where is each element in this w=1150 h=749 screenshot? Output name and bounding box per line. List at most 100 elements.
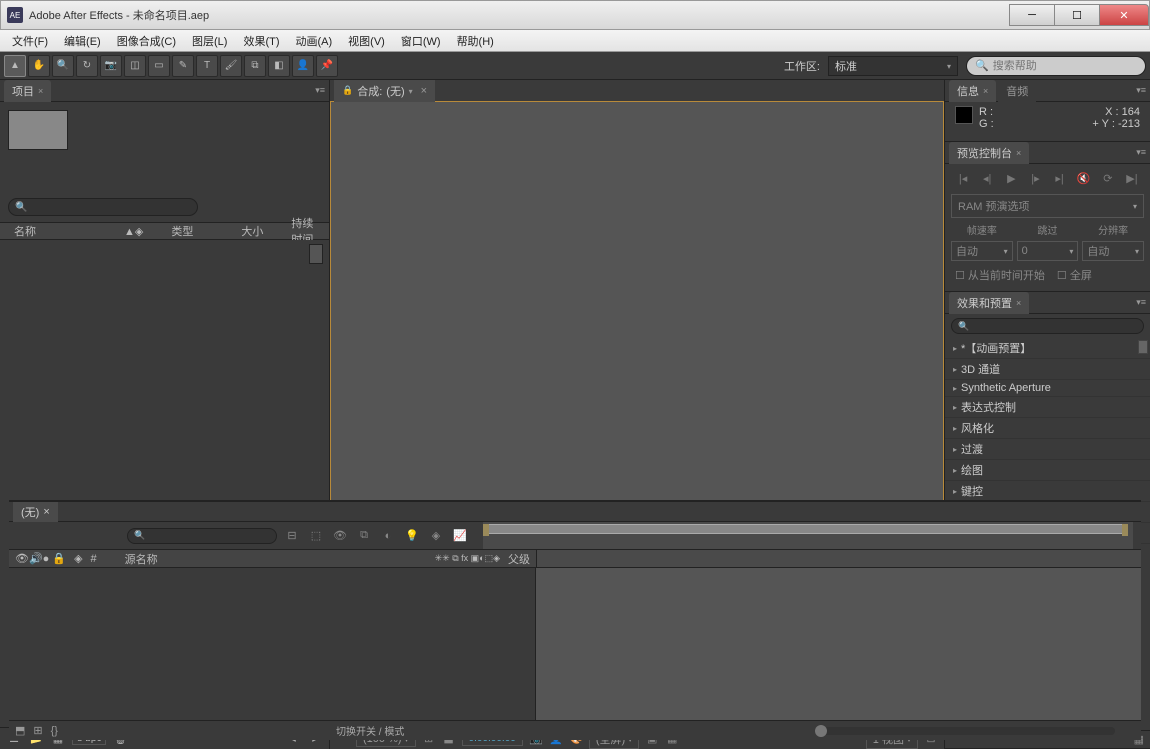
first-frame-button[interactable]: |◂	[954, 170, 972, 186]
project-tab[interactable]: 项目 ×	[4, 80, 51, 102]
parent-col[interactable]: 父级	[508, 551, 530, 567]
help-search-input[interactable]	[993, 60, 1137, 72]
play-button[interactable]: ▶	[1002, 170, 1020, 186]
rect-tool[interactable]: ▭	[148, 55, 170, 77]
ram-preview-options[interactable]: RAM 预演选项	[951, 194, 1144, 218]
last-frame-button[interactable]: ▸|	[1051, 170, 1069, 186]
col-name[interactable]: 名称	[0, 223, 110, 239]
menu-composition[interactable]: 图像合成(C)	[109, 30, 184, 52]
toggle-switches-button[interactable]: 切换开关 / 模式	[336, 723, 404, 738]
text-tool[interactable]: T	[196, 55, 218, 77]
menu-view[interactable]: 视图(V)	[340, 30, 393, 52]
selection-tool[interactable]: ▲	[4, 55, 26, 77]
graph-editor-icon[interactable]: 📈	[451, 527, 469, 545]
close-icon[interactable]: ×	[43, 506, 49, 518]
close-icon[interactable]: ×	[421, 85, 427, 97]
menu-window[interactable]: 窗口(W)	[393, 30, 449, 52]
comp-mini-flowchart-icon[interactable]: ⊟	[283, 527, 301, 545]
menu-help[interactable]: 帮助(H)	[449, 30, 502, 52]
timeline-track-area[interactable]	[536, 568, 1141, 720]
close-button[interactable]: ✕	[1099, 4, 1149, 26]
timeline-layer-area[interactable]	[9, 568, 536, 720]
timeline-toggle2-icon[interactable]: ⊞	[33, 724, 42, 737]
col-type[interactable]: 类型	[157, 223, 227, 239]
col-size[interactable]: 大小	[227, 223, 277, 239]
effects-item[interactable]: ▸*【动画预置】	[945, 338, 1150, 359]
chevron-down-icon[interactable]	[409, 85, 413, 97]
timeline-search[interactable]: 🔍	[127, 528, 277, 544]
brainstorm-icon[interactable]: 💡	[403, 527, 421, 545]
pan-behind-tool[interactable]: ◫	[124, 55, 146, 77]
zoom-handle[interactable]	[815, 725, 827, 737]
brush-tool[interactable]: 🖌	[220, 55, 242, 77]
fullscreen-checkbox[interactable]: 全屏	[1057, 267, 1092, 283]
ram-preview-button[interactable]: ▶|	[1123, 170, 1141, 186]
effects-item[interactable]: ▸3D 通道	[945, 359, 1150, 380]
hand-tool[interactable]: ✋	[28, 55, 50, 77]
preview-tab[interactable]: 预览控制台×	[949, 142, 1029, 164]
effects-item[interactable]: ▸表达式控制	[945, 397, 1150, 418]
scrollbar-thumb[interactable]	[1138, 340, 1148, 354]
eraser-tool[interactable]: ◧	[268, 55, 290, 77]
workspace-dropdown[interactable]: 标准	[828, 56, 958, 76]
effects-item[interactable]: ▸过渡	[945, 439, 1150, 460]
menu-edit[interactable]: 编辑(E)	[56, 30, 109, 52]
fps-dropdown[interactable]: 自动	[951, 241, 1013, 261]
effects-item[interactable]: ▸Synthetic Aperture	[945, 380, 1150, 397]
minimize-button[interactable]: ─	[1009, 4, 1055, 26]
from-current-checkbox[interactable]: 从当前时间开始	[955, 267, 1045, 283]
close-icon[interactable]: ×	[38, 86, 43, 96]
work-area-bar[interactable]	[483, 524, 1128, 534]
puppet-tool[interactable]: 📌	[316, 55, 338, 77]
effects-item[interactable]: ▸绘图	[945, 460, 1150, 481]
panel-menu-icon[interactable]: ▾≡	[1136, 147, 1146, 158]
timeline-tab[interactable]: (无)×	[13, 502, 58, 522]
skip-dropdown[interactable]: 0	[1017, 241, 1079, 261]
camera-tool[interactable]: 📷	[100, 55, 122, 77]
help-search[interactable]: 🔍	[966, 56, 1146, 76]
close-icon[interactable]: ×	[1016, 148, 1021, 158]
timeline-ruler[interactable]	[483, 522, 1133, 550]
close-icon[interactable]: ×	[1016, 298, 1021, 308]
hide-shy-icon[interactable]: 👁	[331, 527, 349, 545]
index-col[interactable]: #	[91, 553, 97, 565]
flowchart-icon[interactable]	[309, 244, 323, 264]
audio-tab[interactable]: 音频	[998, 80, 1036, 102]
panel-menu-icon[interactable]: ▾≡	[1136, 85, 1146, 96]
menu-animation[interactable]: 动画(A)	[288, 30, 341, 52]
clone-tool[interactable]: ⧉	[244, 55, 266, 77]
av-features-icons[interactable]: 👁🔊● 🔒	[15, 552, 66, 565]
close-icon[interactable]: ×	[983, 86, 988, 96]
info-tab[interactable]: 信息×	[949, 80, 996, 102]
effects-search[interactable]: 🔍	[951, 318, 1144, 334]
source-name-col[interactable]: 源名称	[125, 551, 158, 567]
pen-tool[interactable]: ✎	[172, 55, 194, 77]
roto-tool[interactable]: 👤	[292, 55, 314, 77]
zoom-tool[interactable]: 🔍	[52, 55, 74, 77]
menu-file[interactable]: 文件(F)	[4, 30, 56, 52]
motion-blur-icon[interactable]: ◐	[379, 527, 397, 545]
panel-menu-icon[interactable]: ▾≡	[315, 85, 325, 96]
switches-icons[interactable]: ✳✳ ⧉ fx ▣◐⬚◈	[435, 553, 500, 564]
timeline-toggle-icon[interactable]: ⬒	[15, 724, 25, 737]
label-icon[interactable]: ▲◈	[110, 225, 157, 238]
draft-3d-icon[interactable]: ⬚	[307, 527, 325, 545]
timeline-brackets-icon[interactable]: {}	[51, 725, 58, 737]
panel-menu-icon[interactable]: ▾≡	[1136, 297, 1146, 308]
timeline-zoom-slider[interactable]	[815, 727, 1115, 735]
auto-keyframe-icon[interactable]: ◈	[427, 527, 445, 545]
next-frame-button[interactable]: |▸	[1026, 170, 1044, 186]
res-dropdown[interactable]: 自动	[1082, 241, 1144, 261]
loop-button[interactable]: ⟳	[1099, 170, 1117, 186]
menu-layer[interactable]: 图层(L)	[184, 30, 235, 52]
rotate-tool[interactable]: ↻	[76, 55, 98, 77]
effects-tab[interactable]: 效果和预置×	[949, 292, 1029, 314]
label-col-icon[interactable]: ◈	[74, 552, 82, 565]
effects-item[interactable]: ▸键控	[945, 481, 1150, 502]
project-search[interactable]: 🔍	[8, 198, 198, 216]
comp-tab[interactable]: 🔒 合成: (无) ×	[334, 80, 435, 102]
effects-item[interactable]: ▸风格化	[945, 418, 1150, 439]
mute-button[interactable]: 🔇	[1075, 170, 1093, 186]
prev-frame-button[interactable]: ◂|	[978, 170, 996, 186]
menu-effect[interactable]: 效果(T)	[235, 30, 287, 52]
